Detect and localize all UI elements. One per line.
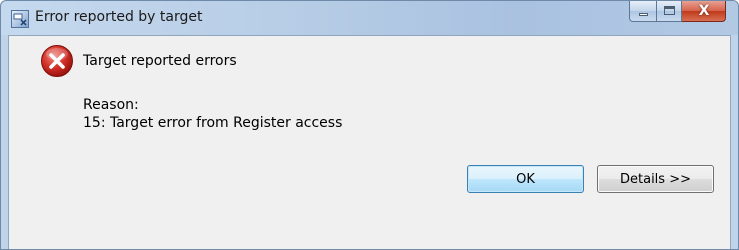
close-button[interactable]: X [682, 1, 726, 22]
reason-text: 15: Target error from Register access [83, 115, 343, 131]
minimize-button[interactable] [629, 1, 656, 22]
message-title: Target reported errors [83, 53, 237, 69]
maximize-icon [664, 6, 675, 15]
details-button[interactable]: Details >> [597, 165, 714, 193]
maximize-button[interactable] [656, 1, 682, 22]
app-icon [11, 10, 29, 28]
error-icon [40, 44, 74, 78]
error-dialog: Error reported by target X Target report… [0, 0, 739, 250]
minimize-icon [639, 13, 648, 16]
close-icon: X [698, 3, 710, 19]
title-bar[interactable]: Error reported by target X [1, 1, 738, 35]
window-title: Error reported by target [35, 9, 203, 25]
window-controls: X [629, 1, 726, 23]
ok-button[interactable]: OK [467, 165, 584, 193]
reason-label: Reason: [83, 97, 139, 113]
